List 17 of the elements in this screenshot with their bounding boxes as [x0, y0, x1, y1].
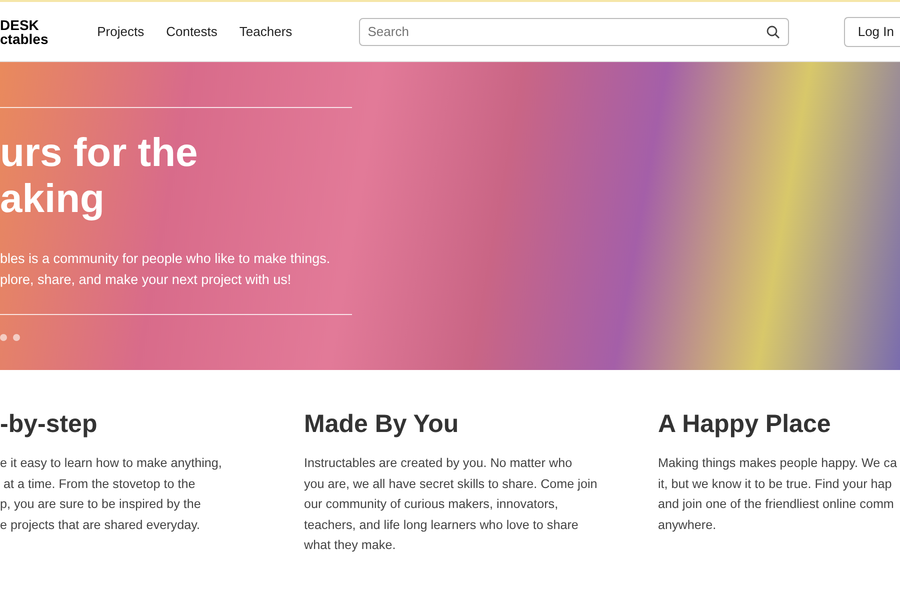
hero-subtitle: bles is a community for people who like to make things. plore, share, and make your next project with us! — [0, 250, 332, 289]
feature-title: -by-step — [0, 410, 98, 439]
feature-title: Made By You — [304, 410, 460, 439]
nav-link[interactable]: Contests — [166, 24, 218, 39]
feature-title: A Happy Place — [658, 410, 832, 439]
hero-title: urs for the aking — [0, 130, 199, 222]
search-icon[interactable] — [766, 24, 780, 38]
feature-text: Making things makes people happy. We ca it, but we know it to be true. Find your hap and join one of the friendliest online comm anywhere. — [658, 455, 898, 534]
carousel-dot[interactable] — [0, 334, 7, 341]
nav-link[interactable]: Projects — [97, 24, 144, 39]
feature-text: e it easy to learn how to make anything, at a time. From the stovetop to the p, you are sure to be inspired by the e projects that are shared everyday. — [0, 455, 223, 534]
carousel-dot[interactable] — [13, 334, 20, 341]
nav-link[interactable]: Teachers — [239, 24, 292, 39]
search-field[interactable]: Search — [358, 18, 789, 46]
feature-text: Instructables are created by you. No matter who you are, we all have secret skills to share. Come join our community of curious makers, innovators, teachers, and life long learners who love to share what they make. — [304, 455, 598, 554]
logo-text[interactable]: DESK ctables — [0, 18, 98, 46]
login-button[interactable]: Log In — [844, 16, 900, 46]
